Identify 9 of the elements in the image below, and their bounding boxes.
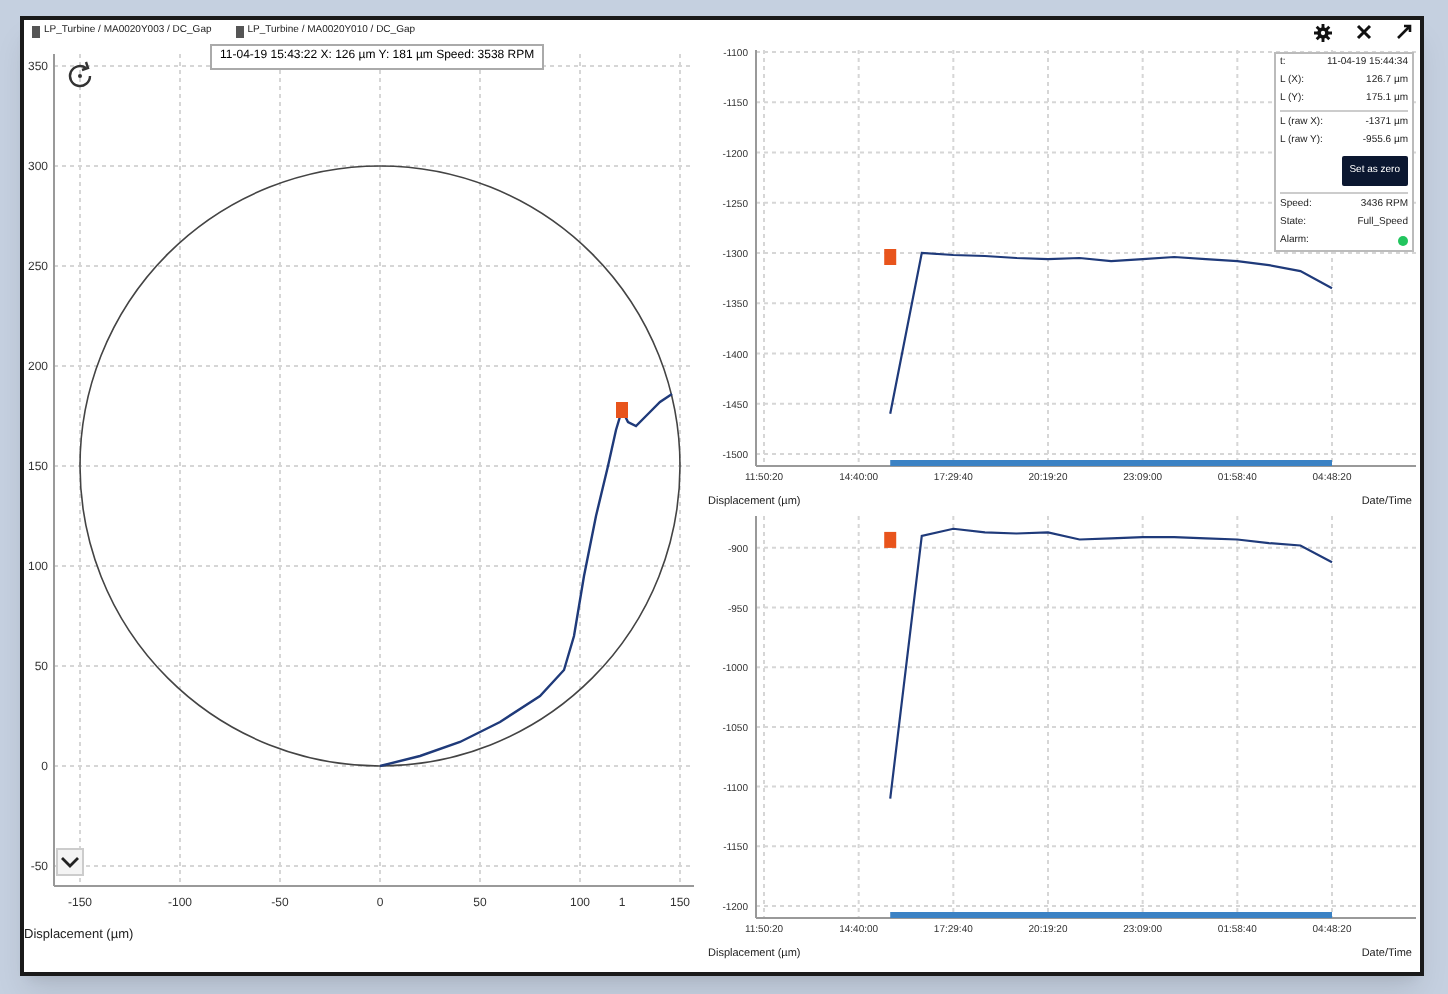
channel-icon	[32, 26, 40, 38]
settings-icon[interactable]	[1314, 23, 1332, 41]
cursor-marker	[884, 249, 897, 265]
cursor-marker	[616, 402, 628, 418]
cursor-marker	[884, 531, 897, 548]
rotation-icon	[64, 60, 96, 92]
close-icon[interactable]	[1356, 24, 1372, 40]
channel-icon	[235, 26, 244, 38]
expand-icon[interactable]	[1396, 24, 1412, 40]
